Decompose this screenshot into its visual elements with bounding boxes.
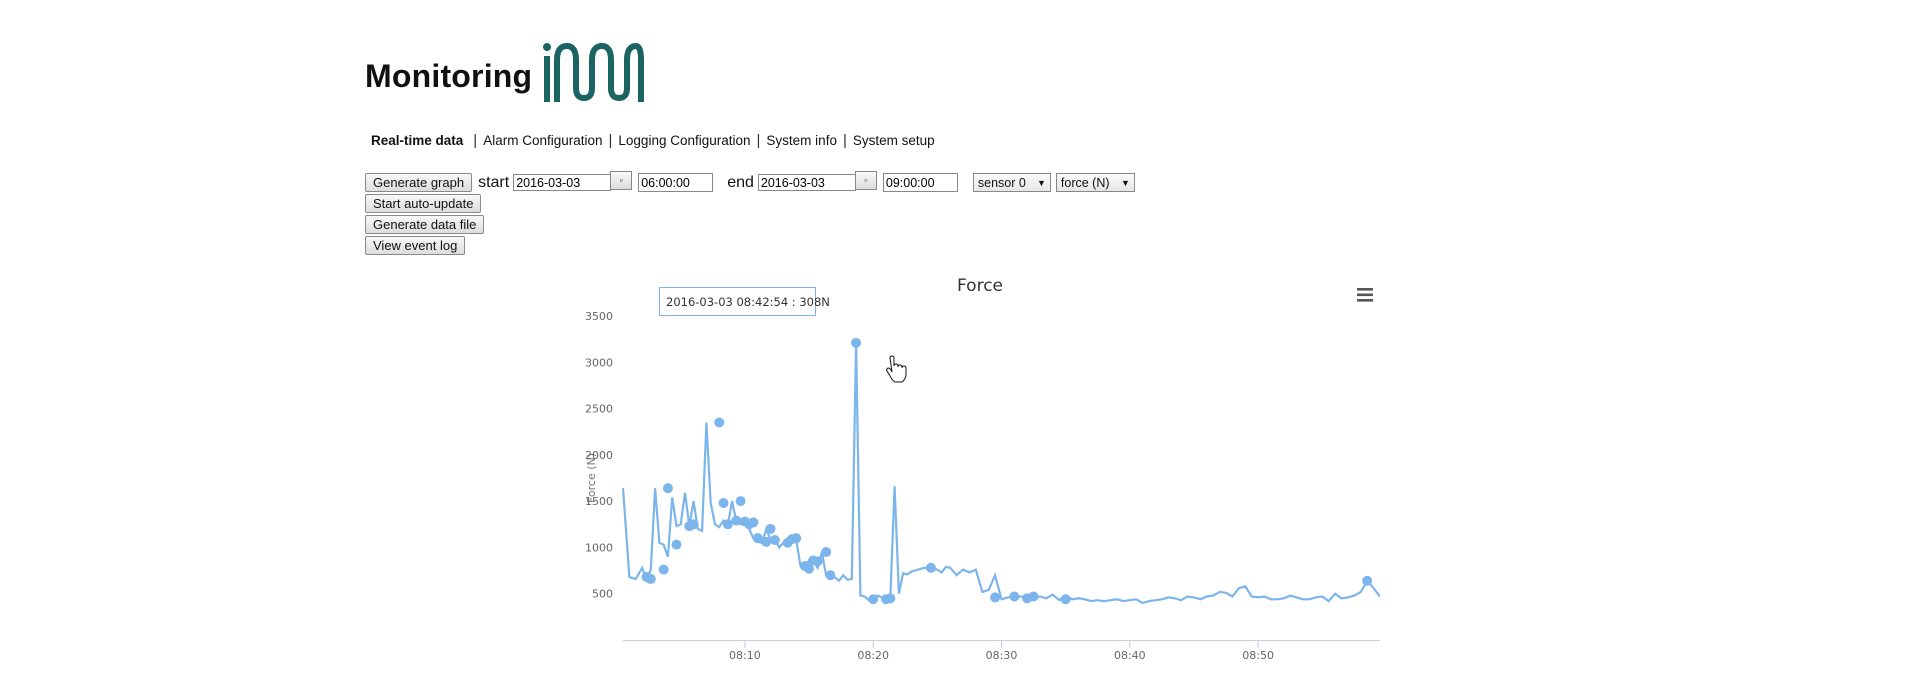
controls-panel: Generate graph start ▫ end ▫ sensor 0 ▼ … [365,171,1135,256]
y-tick-label: 1000 [585,541,613,554]
data-point[interactable] [925,562,936,573]
data-point[interactable] [735,496,746,507]
data-file-row: Generate data file [365,214,1135,235]
unit-select-value: force (N) [1060,175,1110,190]
data-point[interactable] [714,417,725,428]
tooltip-text: 2016-03-03 08:42:54 : 308N [666,295,830,309]
end-date-input[interactable] [757,174,856,191]
y-tick-label: 3500 [585,310,613,323]
data-point[interactable] [1060,594,1071,605]
force-chart: Force Force (N) 500 1000 1500 2000 2500 3000 3… [580,268,1381,668]
data-point[interactable] [718,497,729,508]
y-tick-label: 500 [592,588,613,601]
y-tick-label: 1500 [585,495,613,508]
x-tick-label: 08:30 [986,649,1018,662]
event-log-row: View event log [365,235,1135,256]
data-point[interactable] [748,517,759,528]
series-markers [641,337,1373,605]
x-tick-label: 08:40 [1114,649,1146,662]
data-point[interactable] [761,536,772,547]
data-point[interactable] [812,556,823,567]
data-point[interactable] [658,564,669,575]
chart-title: Force [957,276,1003,296]
dropdown-arrow-icon: ▼ [1120,177,1130,188]
calendar-icon: ▫ [864,175,868,185]
x-tick-label: 08:10 [729,649,761,662]
sensor-select[interactable]: sensor 0 ▼ [972,173,1051,192]
generate-graph-button[interactable]: Generate graph [365,173,473,192]
start-label: start [478,173,510,191]
auto-update-row: Start auto-update [365,193,1135,214]
header: Monitoring [365,40,645,112]
x-tick-label: 08:50 [1242,649,1274,662]
unit-select[interactable]: force (N) ▼ [1055,173,1135,192]
end-calendar-button[interactable]: ▫ [854,171,877,190]
data-point[interactable] [821,547,832,558]
chart-tooltip: 2016-03-03 08:42:54 : 308N [659,287,830,316]
data-point[interactable] [662,483,673,494]
data-point[interactable] [722,519,733,530]
view-event-log-button[interactable]: View event log [365,236,466,255]
y-tick-label: 2500 [585,403,613,416]
data-point[interactable] [1028,591,1039,602]
start-date-input[interactable] [513,174,612,191]
hand-cursor-icon [886,355,907,383]
y-tick-label: 2000 [585,449,613,462]
chart-svg: Force Force (N) 500100015002000250030003… [585,276,1381,662]
start-time-input[interactable] [638,173,714,192]
hamburger-menu-icon[interactable] [1350,285,1378,307]
nav-logging-configuration[interactable]: Logging Configuration [612,133,756,148]
start-auto-update-button[interactable]: Start auto-update [365,194,482,213]
data-point[interactable] [825,570,836,581]
nav-real-time-data[interactable]: Real-time data [371,133,469,148]
end-time-input[interactable] [882,173,958,192]
data-point[interactable] [990,592,1001,603]
data-point[interactable] [1362,575,1373,586]
end-label: end [727,173,754,191]
data-point[interactable] [868,594,879,605]
data-point[interactable] [1009,591,1020,602]
data-point[interactable] [885,593,896,604]
y-axis: 500 1000 1500 2000 2500 3000 3500 [585,310,613,601]
data-point[interactable] [791,533,802,544]
y-tick-label: 3000 [585,356,613,369]
dropdown-arrow-icon: ▼ [1036,177,1046,188]
sensor-select-value: sensor 0 [977,175,1026,190]
x-tick-label: 08:20 [857,649,889,662]
nav-alarm-configuration[interactable]: Alarm Configuration [477,133,608,148]
data-point[interactable] [851,337,862,348]
page-title: Monitoring [365,57,533,94]
calendar-icon: ▫ [619,175,623,185]
force-series-line [621,342,1381,605]
data-point[interactable] [688,519,699,530]
imm-logo [543,43,645,102]
data-point[interactable] [765,523,776,534]
start-calendar-button[interactable]: ▫ [610,171,633,190]
generate-data-file-button[interactable]: Generate data file [365,215,485,234]
nav-system-setup[interactable]: System setup [847,133,941,148]
data-point[interactable] [645,573,656,584]
nav-system-info[interactable]: System info [760,133,843,148]
main-nav: Real-time data | Alarm Configuration | L… [371,132,941,149]
data-point[interactable] [752,533,763,544]
graph-controls-row: Generate graph start ▫ end ▫ sensor 0 ▼ … [365,171,1135,193]
data-point[interactable] [731,515,742,526]
data-point[interactable] [671,539,682,550]
data-point[interactable] [769,535,780,546]
x-axis: 08:10 08:20 08:30 08:40 08:50 [623,640,1380,662]
